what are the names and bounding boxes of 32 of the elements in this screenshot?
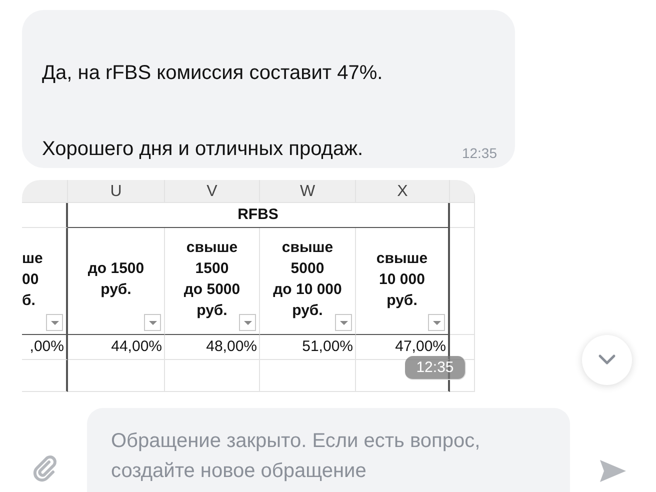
- table-cell: 44,00%: [111, 338, 162, 355]
- filter-dropdown-icon: [46, 314, 63, 331]
- table-cell: ,00%: [30, 338, 64, 355]
- filter-dropdown-icon: [144, 314, 161, 331]
- message-time: 12:35: [405, 356, 466, 380]
- attach-icon[interactable]: [31, 454, 59, 482]
- table-cell-text: свыше 5000 до 10 000 руб.: [273, 238, 342, 321]
- column-letter: U: [68, 180, 165, 203]
- filter-dropdown-icon: [335, 314, 352, 331]
- table-cell-text: свыше 10 000 руб.: [376, 248, 428, 310]
- table-cell: 51,00%: [302, 338, 353, 355]
- table-cell: [450, 203, 475, 228]
- table-cell: 48,00%: [206, 338, 257, 355]
- table-cell-text: ше 00 б.: [22, 248, 43, 310]
- send-icon[interactable]: [598, 458, 628, 484]
- filter-dropdown-icon: [428, 314, 445, 331]
- message-text: Хорошего дня и отличных продаж.: [42, 137, 364, 162]
- column-header: [450, 180, 475, 203]
- column-letter: V: [165, 180, 260, 203]
- table-cell: 47,00%: [395, 338, 446, 355]
- scroll-down-button[interactable]: [582, 335, 632, 385]
- column-letter: X: [356, 180, 450, 203]
- chevron-down-icon: [598, 354, 616, 366]
- column-header: [22, 180, 68, 203]
- message-time: 12:35: [462, 144, 497, 163]
- message-input[interactable]: Обращение закрыто. Если есть вопрос, создайте новое обращение: [87, 408, 570, 492]
- column-letter: W: [260, 180, 356, 203]
- message-text: Да, на rFBS комиссия составит 47%.: [42, 61, 384, 86]
- table-cell-text: до 1500 руб.: [88, 259, 144, 300]
- table-cell: RFBS: [68, 203, 450, 228]
- table-cell-text: свыше 1500 до 5000 руб.: [184, 238, 240, 321]
- filter-dropdown-icon: [239, 314, 256, 331]
